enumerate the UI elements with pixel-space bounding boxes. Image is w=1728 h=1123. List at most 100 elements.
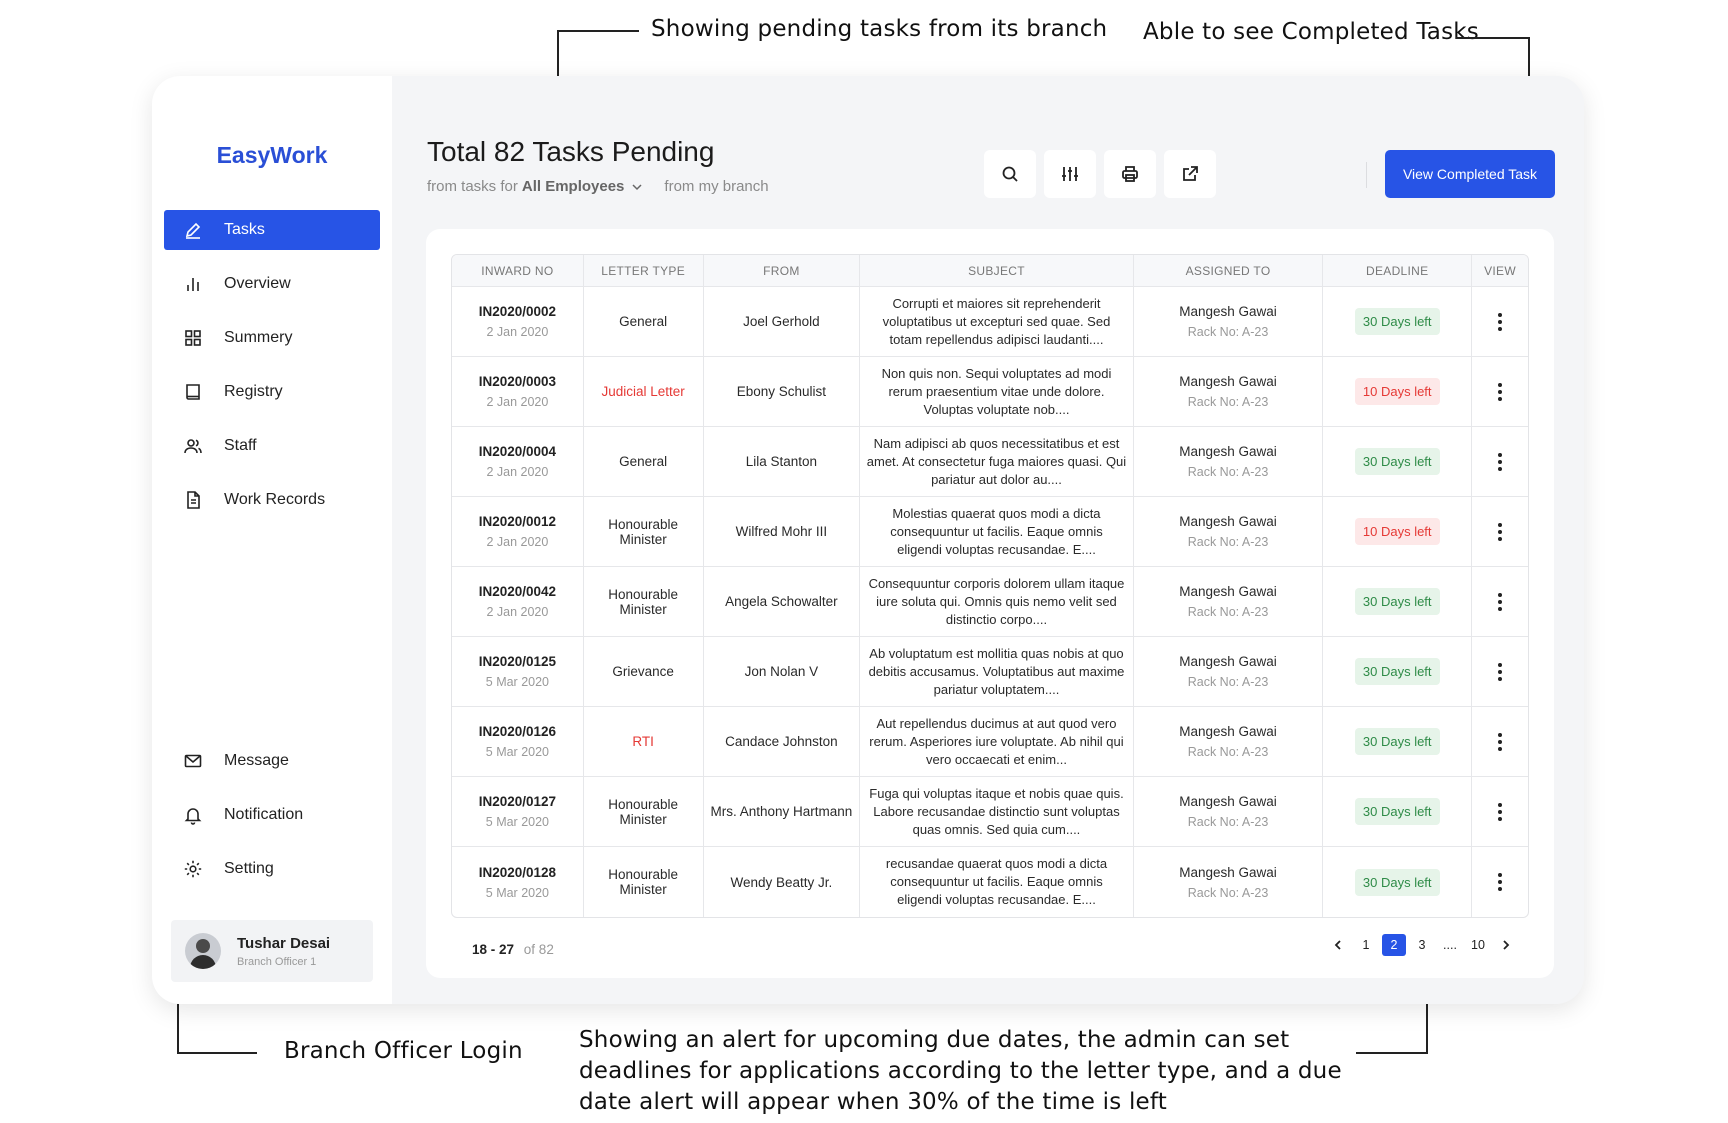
inward-date: 5 Mar 2020 [485,675,549,689]
inward-date: 5 Mar 2020 [485,745,549,759]
assigned-cell: Mangesh Gawai Rack No: A-23 [1134,567,1324,636]
prev-page-button[interactable] [1326,934,1350,956]
filter-settings-button[interactable] [1044,150,1096,198]
letter-type: Honourable Minister [584,567,704,636]
sidebar-item-registry[interactable]: Registry [164,372,380,412]
printer-icon [1122,166,1138,182]
inward-cell: IN2020/0127 5 Mar 2020 [452,777,584,846]
letter-type: General [584,287,704,356]
page-button[interactable]: 1 [1354,934,1378,956]
column-header[interactable]: DEADLINE [1323,255,1473,286]
column-header[interactable]: ASSIGNED TO [1134,255,1324,286]
assigned-cell: Mangesh Gawai Rack No: A-23 [1134,847,1324,917]
page-button[interactable]: 10 [1466,934,1490,956]
deadline-badge: 10 Days left [1354,518,1440,545]
more-options-icon[interactable] [1498,522,1503,541]
rack-number: Rack No: A-23 [1187,325,1269,339]
employee-filter-dropdown[interactable]: All Employees [522,178,625,195]
more-options-icon[interactable] [1498,732,1503,751]
mail-icon [182,750,204,772]
next-page-button[interactable] [1494,934,1518,956]
tasks-table: INWARD NO LETTER TYPE FROM SUBJECT ASSIG… [451,254,1529,918]
table-row[interactable]: IN2020/0127 5 Mar 2020 Honourable Minister… [452,777,1528,847]
search-button[interactable] [984,150,1036,198]
user-card[interactable]: Tushar Desai Branch Officer 1 [171,920,373,982]
rack-number: Rack No: A-23 [1187,465,1269,479]
assigned-cell: Mangesh Gawai Rack No: A-23 [1134,707,1324,776]
annotation-completed: Able to see Completed Tasks [1143,19,1479,45]
from-name: Angela Schowalter [704,567,861,636]
deadline-badge: 30 Days left [1354,588,1440,615]
inward-cell: IN2020/0003 2 Jan 2020 [452,357,584,426]
inward-number: IN2020/0002 [478,304,557,319]
rack-number: Rack No: A-23 [1187,605,1269,619]
table-row[interactable]: IN2020/0012 2 Jan 2020 Honourable Minister… [452,497,1528,567]
assigned-cell: Mangesh Gawai Rack No: A-23 [1134,777,1324,846]
deadline-cell: 30 Days left [1323,567,1473,636]
deadline-cell: 30 Days left [1323,637,1473,706]
book-icon [182,381,204,403]
from-name: Joel Gerhold [704,287,861,356]
assigned-cell: Mangesh Gawai Rack No: A-23 [1134,427,1324,496]
rack-number: Rack No: A-23 [1187,745,1269,759]
table-row[interactable]: IN2020/0042 2 Jan 2020 Honourable Minister… [452,567,1528,637]
column-header[interactable]: LETTER TYPE [584,255,704,286]
column-header[interactable]: SUBJECT [860,255,1134,286]
page-button-current[interactable]: 2 [1382,934,1406,956]
sidebar-item-work-records[interactable]: Work Records [164,480,380,520]
view-completed-task-button[interactable]: View Completed Task [1385,150,1555,198]
table-row[interactable]: IN2020/0004 2 Jan 2020 General Lila Stanton… [452,427,1528,497]
from-name: Ebony Schulist [704,357,861,426]
export-button[interactable] [1164,150,1216,198]
assigned-cell: Mangesh Gawai Rack No: A-23 [1134,357,1324,426]
column-header[interactable]: FROM [704,255,861,286]
letter-type: General [584,427,704,496]
sidebar-item-message[interactable]: Message [164,741,380,781]
more-options-icon[interactable] [1498,312,1503,331]
view-cell [1472,287,1528,356]
filter-prefix: from tasks for [427,178,518,195]
sidebar-item-label: Staff [224,437,257,454]
inward-number: IN2020/0127 [478,794,557,809]
grid-icon [182,327,204,349]
page-button[interactable]: 3 [1410,934,1434,956]
letter-type: Honourable Minister [584,847,704,917]
table-row[interactable]: IN2020/0002 2 Jan 2020 General Joel Gerhold… [452,287,1528,357]
inward-date: 2 Jan 2020 [486,465,549,479]
toolbar-divider [1366,162,1367,188]
column-header: VIEW [1484,263,1516,278]
pagination: 1 2 3 .... 10 [1326,934,1518,956]
table-row[interactable]: IN2020/0128 5 Mar 2020 Honourable Minister… [452,847,1528,917]
annotation-pending: Showing pending tasks from its branch [651,16,1108,42]
more-options-icon[interactable] [1498,802,1503,821]
sidebar-item-setting[interactable]: Setting [164,849,380,889]
from-name: Wilfred Mohr III [704,497,861,566]
sidebar-item-notification[interactable]: Notification [164,795,380,835]
print-button[interactable] [1104,150,1156,198]
more-options-icon[interactable] [1498,873,1503,891]
assigned-name: Mangesh Gawai [1179,864,1277,880]
pagination-range: 18 - 27 [472,942,515,957]
table-row[interactable]: IN2020/0003 2 Jan 2020 Judicial Letter Ebon… [452,357,1528,427]
sidebar-item-summery[interactable]: Summery [164,318,380,358]
table-row[interactable]: IN2020/0125 5 Mar 2020 Grievance Jon Nolan … [452,637,1528,707]
view-cell [1472,847,1528,917]
subject-text: Ab voluptatum est mollitia quas nobis at… [860,637,1134,706]
inward-number: IN2020/0012 [478,514,557,529]
sidebar-item-overview[interactable]: Overview [164,264,380,304]
more-options-icon[interactable] [1498,592,1503,611]
chevron-down-icon[interactable] [632,182,642,192]
sidebar-item-tasks[interactable]: Tasks [164,210,380,250]
from-name: Lila Stanton [704,427,861,496]
chevron-left-icon [1334,940,1341,950]
assigned-name: Mangesh Gawai [1179,444,1277,459]
column-header[interactable]: INWARD NO [452,255,584,286]
more-options-icon[interactable] [1498,382,1503,401]
more-options-icon[interactable] [1498,452,1503,471]
more-options-icon[interactable] [1498,662,1503,681]
sidebar-item-label: Registry [224,383,283,400]
view-cell [1472,777,1528,846]
sidebar-item-staff[interactable]: Staff [164,426,380,466]
deadline-badge: 30 Days left [1354,868,1440,896]
table-row[interactable]: IN2020/0126 5 Mar 2020 RTI Candace Johnston… [452,707,1528,777]
